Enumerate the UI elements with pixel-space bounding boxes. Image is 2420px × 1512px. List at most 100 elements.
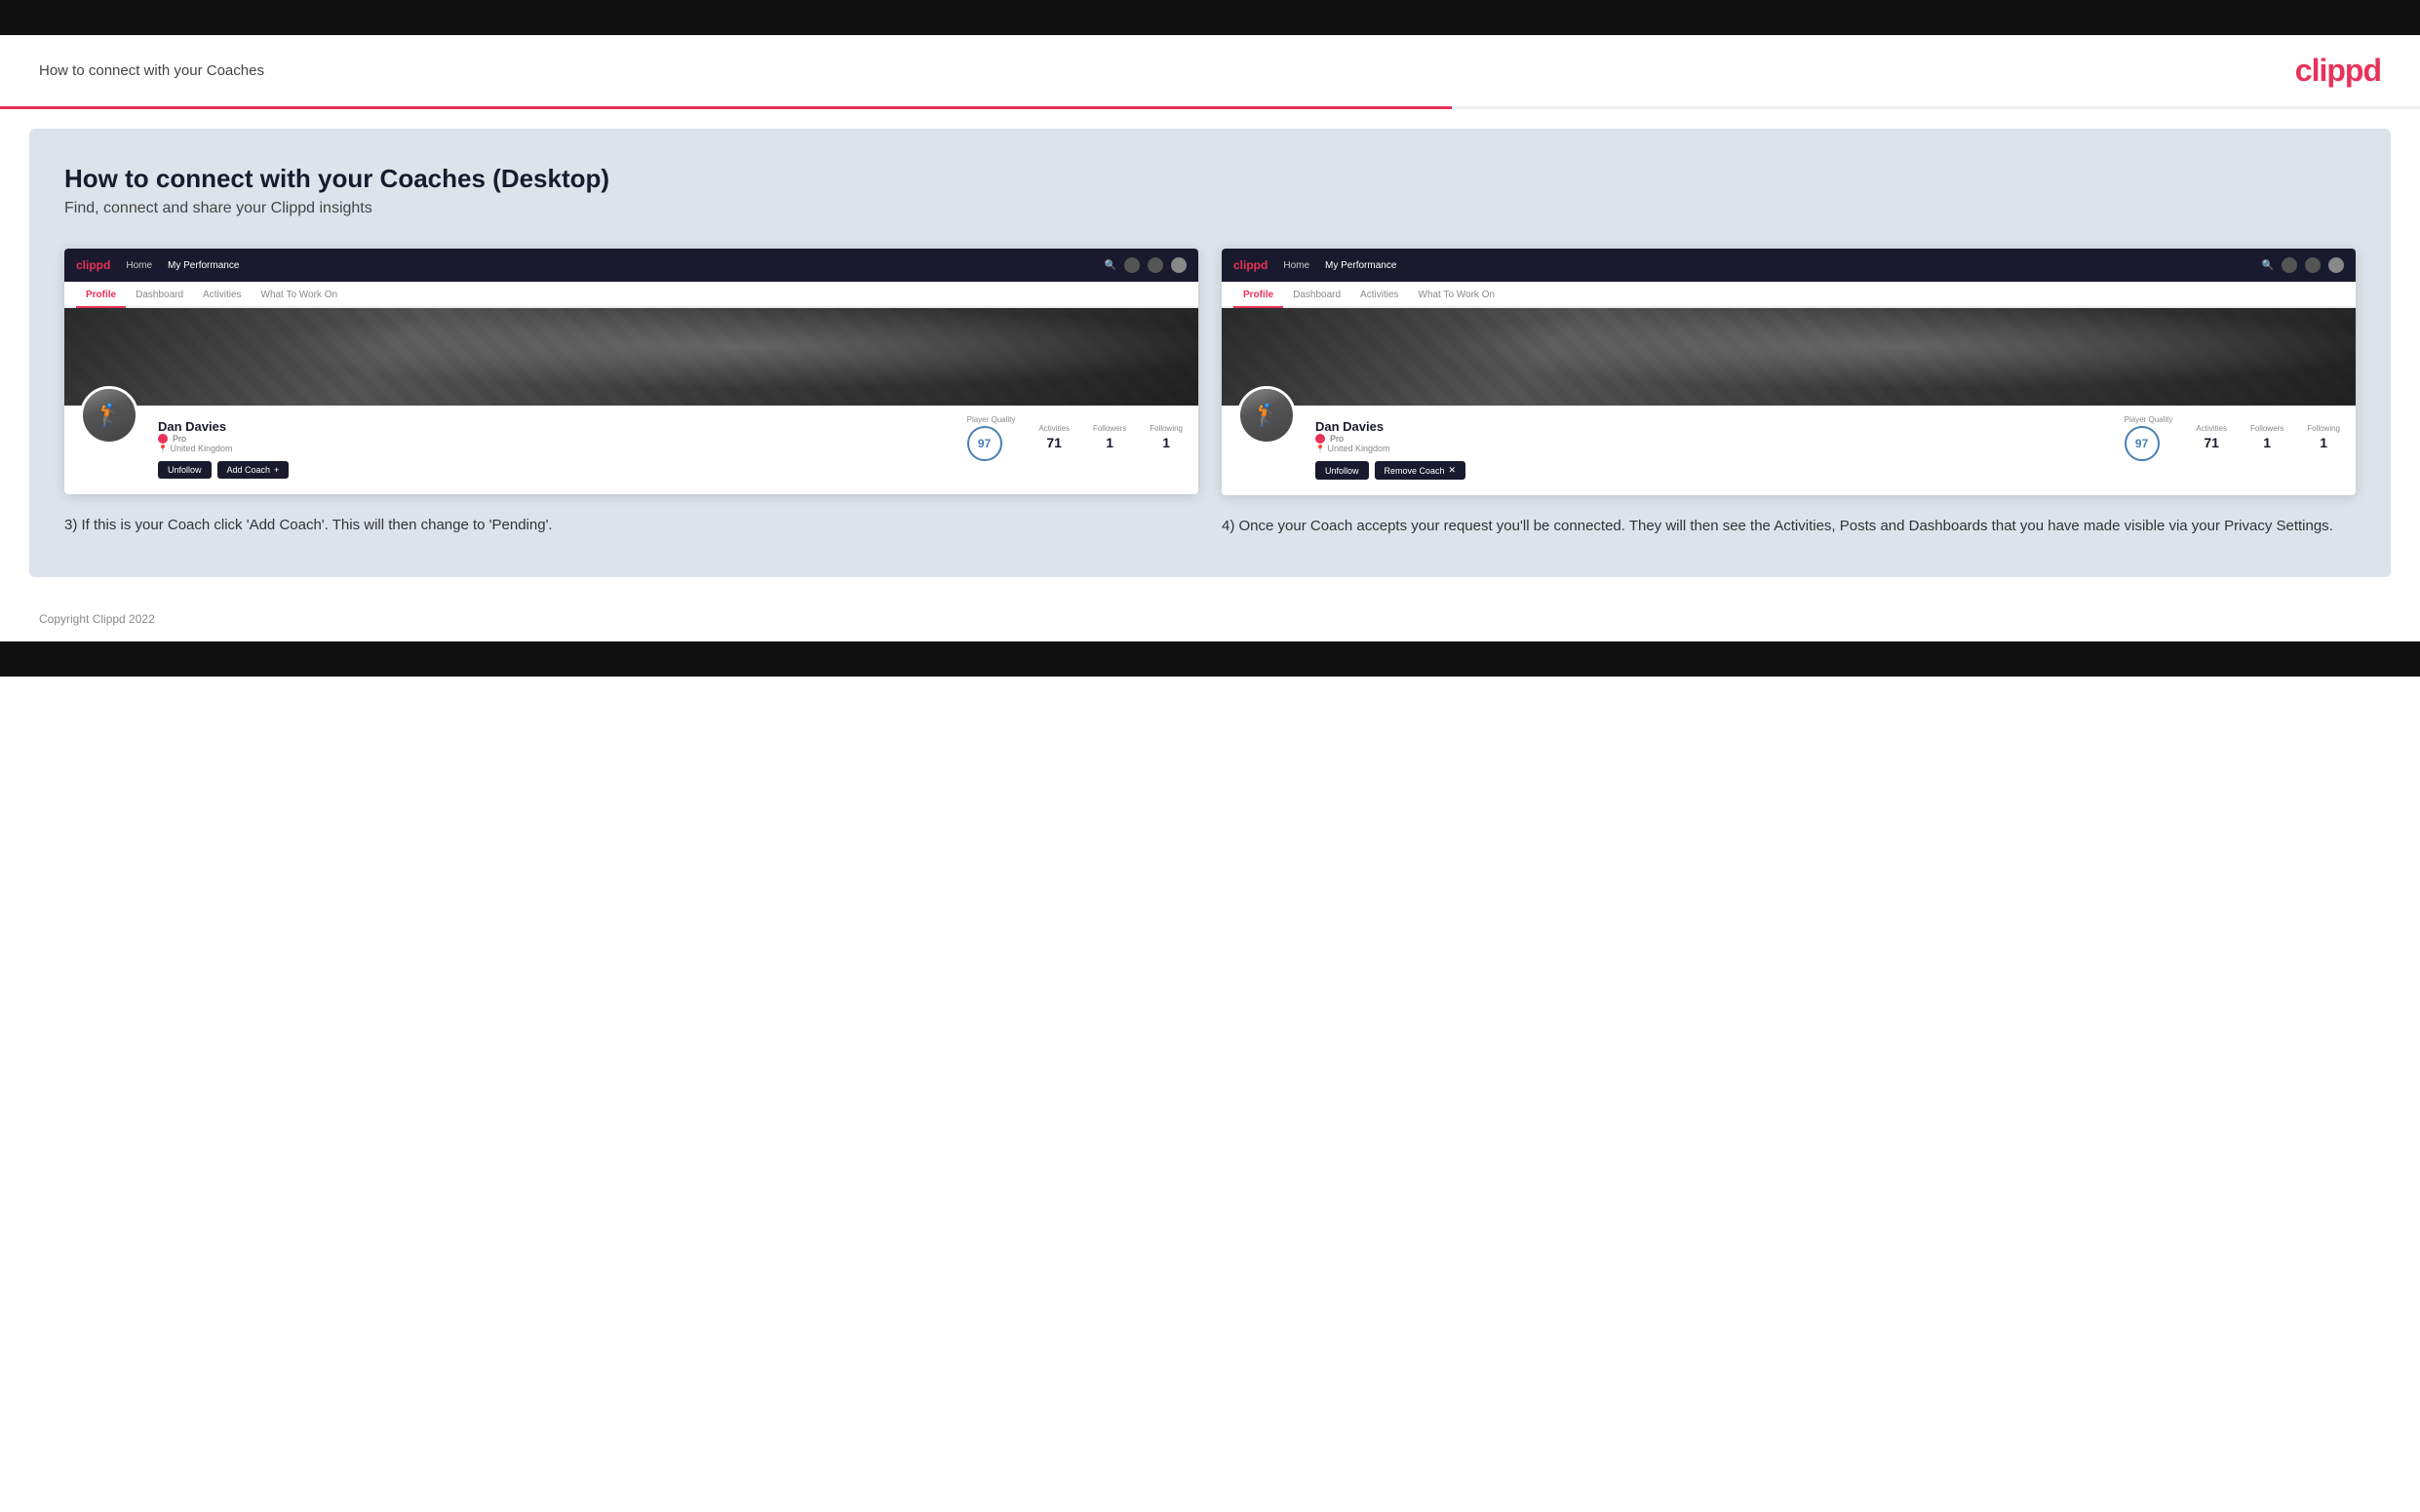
left-tab-whattworkon[interactable]: What To Work On <box>252 282 348 308</box>
left-user-role: Pro <box>158 434 938 444</box>
right-activities-label: Activities <box>2196 424 2227 433</box>
left-quality-label: Player Quality <box>967 415 1016 424</box>
right-search-icon[interactable]: 🔍 <box>2262 260 2274 271</box>
left-column: clippd Home My Performance 🔍 Profile Das… <box>64 249 1198 538</box>
right-avatar: 🏌️ <box>1237 386 1296 445</box>
right-mock-hero <box>1222 308 2356 406</box>
left-action-buttons: Unfollow Add Coach + <box>158 461 938 479</box>
copyright-text: Copyright Clippd 2022 <box>39 612 155 626</box>
left-location-icon: 📍 <box>158 445 168 453</box>
right-mock-nav-icons: 🔍 <box>2262 257 2344 273</box>
right-mock-logo: clippd <box>1233 258 1268 272</box>
left-user-location: 📍 United Kingdom <box>158 444 938 453</box>
right-verified-icon <box>1315 434 1325 444</box>
left-activities-value: 71 <box>1046 435 1062 450</box>
left-followers-label: Followers <box>1093 424 1126 433</box>
main-content: How to connect with your Coaches (Deskto… <box>29 129 2391 577</box>
right-user-name: Dan Davies <box>1315 419 2095 434</box>
top-bar <box>0 0 2420 35</box>
right-settings-icon[interactable] <box>2305 257 2321 273</box>
left-following-label: Following <box>1150 424 1183 433</box>
right-caption: 4) Once your Coach accepts your request … <box>1222 515 2356 538</box>
right-stat-activities: Activities 71 <box>2196 424 2227 452</box>
left-profile-section: 🏌️ Dan Davies Pro 📍 United Kingdom <box>64 406 1198 494</box>
right-tab-activities[interactable]: Activities <box>1350 282 1408 308</box>
right-quality-label: Player Quality <box>2125 415 2173 424</box>
logo: clippd <box>2295 53 2381 89</box>
left-mock-hero <box>64 308 1198 406</box>
left-tab-profile[interactable]: Profile <box>76 282 126 308</box>
right-avatar-icon[interactable] <box>2328 257 2344 273</box>
right-profile-section: 🏌️ Dan Davies Pro 📍 United Kingdom <box>1222 406 2356 495</box>
right-unfollow-button[interactable]: Unfollow <box>1315 461 1369 480</box>
right-mock-nav: clippd Home My Performance 🔍 <box>1222 249 2356 282</box>
left-following-value: 1 <box>1162 435 1170 450</box>
right-player-figure: 🏌️ <box>1253 403 1279 428</box>
left-user-info: Dan Davies Pro 📍 United Kingdom Unfollow <box>158 415 938 479</box>
left-verified-icon <box>158 434 168 444</box>
left-search-icon[interactable]: 🔍 <box>1105 260 1116 271</box>
footer: Copyright Clippd 2022 <box>0 597 2420 641</box>
right-user-role: Pro <box>1315 434 2095 444</box>
right-mock-stats: Player Quality 97 Activities 71 Follower… <box>2115 415 2340 461</box>
columns-container: clippd Home My Performance 🔍 Profile Das… <box>64 249 2356 538</box>
right-tab-dashboard[interactable]: Dashboard <box>1283 282 1350 308</box>
right-location-icon: 📍 <box>1315 445 1325 453</box>
right-column: clippd Home My Performance 🔍 Profile Das… <box>1222 249 2356 538</box>
right-stat-followers: Followers 1 <box>2250 424 2283 452</box>
left-plus-icon: + <box>274 465 279 475</box>
left-mock-stats: Player Quality 97 Activities 71 Follower… <box>957 415 1183 461</box>
right-activities-value: 71 <box>2204 435 2219 450</box>
right-nav-performance[interactable]: My Performance <box>1325 260 1396 271</box>
right-tab-whattworkon[interactable]: What To Work On <box>1409 282 1505 308</box>
left-tab-dashboard[interactable]: Dashboard <box>126 282 193 308</box>
right-following-value: 1 <box>2320 435 2327 450</box>
right-mock-browser: clippd Home My Performance 🔍 Profile Das… <box>1222 249 2356 495</box>
right-user-info: Dan Davies Pro 📍 United Kingdom Unfollow <box>1315 415 2095 480</box>
right-stat-quality: Player Quality 97 <box>2125 415 2173 461</box>
left-quality-circle: 97 <box>967 426 1002 461</box>
right-user-icon[interactable] <box>2282 257 2297 273</box>
right-tab-profile[interactable]: Profile <box>1233 282 1283 308</box>
right-followers-label: Followers <box>2250 424 2283 433</box>
left-avatar-icon[interactable] <box>1171 257 1187 273</box>
left-nav-performance[interactable]: My Performance <box>168 260 239 271</box>
left-tab-activities[interactable]: Activities <box>193 282 251 308</box>
right-hero-overlay <box>1222 308 2356 406</box>
left-mock-nav: clippd Home My Performance 🔍 <box>64 249 1198 282</box>
left-stat-following: Following 1 <box>1150 424 1183 452</box>
right-stat-following: Following 1 <box>2307 424 2340 452</box>
left-activities-label: Activities <box>1038 424 1070 433</box>
left-add-coach-button[interactable]: Add Coach + <box>217 461 290 479</box>
left-unfollow-button[interactable]: Unfollow <box>158 461 212 479</box>
header-title: How to connect with your Coaches <box>39 62 264 79</box>
right-quality-circle: 97 <box>2125 426 2160 461</box>
left-nav-home[interactable]: Home <box>126 260 152 271</box>
page-heading: How to connect with your Coaches (Deskto… <box>64 164 2356 194</box>
left-player-figure: 🏌️ <box>96 403 122 428</box>
right-remove-coach-button[interactable]: Remove Coach ✕ <box>1375 461 1466 480</box>
left-hero-overlay <box>64 308 1198 406</box>
left-mock-nav-icons: 🔍 <box>1105 257 1187 273</box>
left-stat-followers: Followers 1 <box>1093 424 1126 452</box>
right-following-label: Following <box>2307 424 2340 433</box>
left-mock-tabs: Profile Dashboard Activities What To Wor… <box>64 282 1198 308</box>
left-caption: 3) If this is your Coach click 'Add Coac… <box>64 514 1198 537</box>
right-x-icon: ✕ <box>1449 465 1457 476</box>
left-mock-logo: clippd <box>76 258 110 272</box>
header-divider <box>0 106 2420 109</box>
left-avatar-inner: 🏌️ <box>83 389 136 442</box>
left-avatar: 🏌️ <box>80 386 138 445</box>
left-user-icon[interactable] <box>1124 257 1140 273</box>
page-subheading: Find, connect and share your Clippd insi… <box>64 200 2356 217</box>
left-mock-browser: clippd Home My Performance 🔍 Profile Das… <box>64 249 1198 494</box>
right-nav-home[interactable]: Home <box>1283 260 1309 271</box>
left-followers-value: 1 <box>1106 435 1113 450</box>
right-followers-value: 1 <box>2263 435 2271 450</box>
left-settings-icon[interactable] <box>1148 257 1163 273</box>
left-user-name: Dan Davies <box>158 419 938 434</box>
bottom-bar <box>0 641 2420 677</box>
left-stat-activities: Activities 71 <box>1038 424 1070 452</box>
header: How to connect with your Coaches clippd <box>0 35 2420 106</box>
right-user-location: 📍 United Kingdom <box>1315 444 2095 453</box>
